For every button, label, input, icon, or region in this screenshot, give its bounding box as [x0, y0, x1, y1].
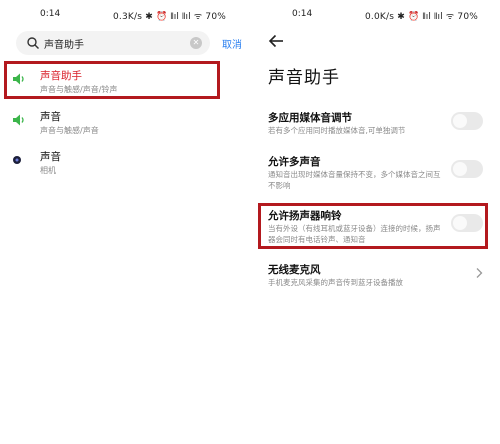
- toggle-switch[interactable]: [451, 160, 483, 178]
- setting-title: 无线麦克风: [268, 264, 321, 276]
- speaker-icon: [13, 114, 24, 126]
- status-indicators: 0.0K/s ✱ ⏰ 𝍪ıl 𝍪ıl ᯤ 70%: [365, 12, 478, 22]
- search-input[interactable]: 声音助手 ✕: [16, 31, 210, 55]
- cancel-button[interactable]: 取消: [222, 36, 242, 51]
- back-arrow-icon[interactable]: [268, 34, 284, 48]
- sound-assistant-settings-panel: 0:14 0.0K/s ✱ ⏰ 𝍪ıl 𝍪ıl ᯤ 70% 声音助手 多应用媒体…: [252, 0, 500, 444]
- camera-dot-icon: [13, 156, 21, 164]
- status-time: 0:14: [40, 9, 61, 19]
- page-title: 声音助手: [268, 68, 340, 88]
- chevron-right-icon: [476, 268, 483, 278]
- setting-title: 允许多声音: [268, 156, 321, 168]
- result-subtitle: 相机: [40, 166, 56, 175]
- search-results-panel: 0:14 0.3K/s ✱ ⏰ 𝍪ıl 𝍪ıl ᯤ 70% 声音助手 ✕ 取消 …: [0, 0, 248, 444]
- result-title: 声音: [40, 111, 61, 123]
- setting-description: 手机麦克风采集的声音传到蓝牙设备播放: [268, 278, 403, 287]
- setting-description: 若有多个应用同时播放媒体音,可单独调节: [268, 126, 406, 135]
- setting-row-multi-app-media[interactable]: 多应用媒体音调节 若有多个应用同时播放媒体音,可单独调节: [252, 110, 500, 146]
- toggle-switch[interactable]: [451, 112, 483, 130]
- search-icon: [27, 37, 39, 49]
- setting-row-allow-multi-sound[interactable]: 允许多声音 通知音出现时媒体音量保持不变，多个媒体音之间互不影响: [252, 154, 500, 198]
- status-bar: 0:14 0.0K/s ✱ ⏰ 𝍪ıl 𝍪ıl ᯤ 70%: [252, 6, 500, 24]
- search-result-item[interactable]: 声音 相机: [0, 143, 248, 183]
- status-time: 0:14: [292, 9, 313, 19]
- result-subtitle: 声音与触感/声音: [40, 126, 99, 135]
- screenshot-root: 0:14 0.3K/s ✱ ⏰ 𝍪ıl 𝍪ıl ᯤ 70% 声音助手 ✕ 取消 …: [0, 0, 500, 444]
- setting-description: 通知音出现时媒体音量保持不变，多个媒体音之间互不影响: [268, 170, 441, 190]
- toggle-knob: [453, 114, 467, 128]
- clear-search-icon[interactable]: ✕: [190, 37, 202, 49]
- status-indicators: 0.3K/s ✱ ⏰ 𝍪ıl 𝍪ıl ᯤ 70%: [113, 12, 226, 22]
- setting-row-wireless-mic[interactable]: 无线麦克风 手机麦克风采集的声音传到蓝牙设备播放: [252, 262, 500, 296]
- setting-title: 多应用媒体音调节: [268, 112, 352, 124]
- search-result-item[interactable]: 声音 声音与触感/声音: [0, 103, 248, 143]
- toggle-knob: [453, 162, 467, 176]
- status-bar: 0:14 0.3K/s ✱ ⏰ 𝍪ıl 𝍪ıl ᯤ 70%: [0, 6, 248, 24]
- result-title: 声音: [40, 151, 61, 163]
- highlight-box: [258, 203, 488, 249]
- highlight-box: [4, 61, 220, 99]
- search-query: 声音助手: [44, 40, 84, 51]
